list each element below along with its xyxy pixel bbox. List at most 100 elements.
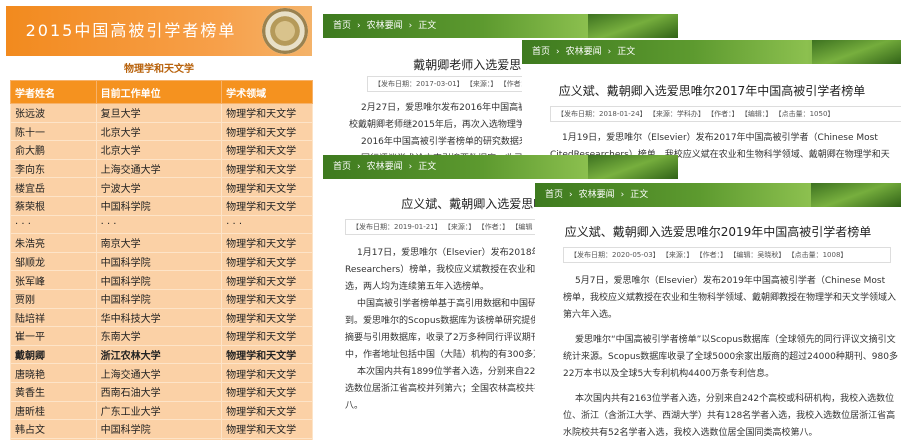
table-row: 陆培祥 华中科技大学 物理学和天文学 — [10, 307, 313, 328]
article-paragraph-line: 22万本书以及全球5大专利机构4400万条专利信息。 — [563, 369, 775, 379]
breadcrumb-link[interactable]: 正文 — [617, 40, 635, 64]
table-cell: 物理学和天文学 — [221, 140, 313, 160]
article-paragraph-line: 1月19日，爱思唯尔（Elsevier）发布2017年中国高被引学者（Chine… — [562, 133, 878, 143]
breadcrumb-link[interactable]: 首页 — [545, 183, 563, 207]
article-paragraph-line: 统计来源。Scopus数据库收录了全球5000余家出版商的超过24000种期刊、… — [563, 352, 898, 362]
table-cell: 陆培祥 — [10, 307, 97, 328]
table-cell: 张军峰 — [10, 270, 97, 290]
article-title: 应义斌、戴朝卿入选爱思唯尔2017年中国高被引学者榜单 — [558, 84, 866, 98]
article-paragraph-line: 水院校共有52名学者入选，我校入选数位居全国同类高校第八。 — [563, 428, 818, 438]
table-row: 张远波 复旦大学 物理学和天文学 — [10, 103, 313, 123]
breadcrumb-nav: 首页 › 农林要闻 › 正文 — [323, 14, 678, 38]
table-cell: 复旦大学 — [95, 103, 223, 123]
table-row: 唐昕桂 广东工业大学 物理学和天文学 — [10, 400, 313, 421]
table-row: 楼宜岳 宁波大学 物理学和天文学 — [10, 177, 313, 197]
table-cell: 物理学和天文学 — [221, 103, 313, 123]
table-cell: 西南石油大学 — [95, 381, 223, 402]
table-cell: 物理学和天文学 — [221, 307, 313, 328]
article-window-2019: 首页 › 农林要闻 › 正文 应义斌、戴朝卿入选爱思唯尔2019年中国高被引学者榜单 【发布… — [535, 183, 901, 440]
breadcrumb-link[interactable]: 农林要闻 — [367, 14, 403, 38]
breadcrumb-link[interactable]: 农林要闻 — [579, 183, 615, 207]
table-cell: 朱浩亮 — [10, 233, 97, 253]
breadcrumb-link[interactable]: 首页 — [333, 14, 351, 38]
table-cell: 戴朝卿 — [10, 344, 97, 365]
table-cell: 物理学和天文学 — [221, 233, 313, 253]
table-row: 张军峰 中国科学院 物理学和天文学 — [10, 270, 313, 290]
table-cell: · · · — [221, 214, 313, 235]
breadcrumb-separator-icon: › — [357, 21, 361, 31]
breadcrumb-separator-icon: › — [569, 190, 573, 200]
table-row: 黄香生 西南石油大学 物理学和天文学 — [10, 381, 313, 402]
table-cell: 唐昕桂 — [10, 400, 97, 421]
table-cell: 物理学和天文学 — [221, 363, 313, 383]
article-paragraph-line: 爱思唯尔“中国高被引学者榜单”以Scopus数据库（全球领先的同行评议文摘引文索… — [575, 335, 896, 345]
table-cell: 黄香生 — [10, 381, 97, 402]
article-paragraph-line: 第六年入选。 — [563, 310, 618, 320]
table-row: 陈十一 北京大学 物理学和天文学 — [10, 121, 313, 142]
table-cell: 浙江农林大学 — [95, 344, 223, 365]
breadcrumb-nav: 首页 › 农林要闻 › 正文 — [535, 183, 901, 207]
table-cell: 崔一平 — [10, 326, 97, 346]
table-cell: 中国科学院 — [95, 419, 223, 439]
table-cell: 中国科学院 — [95, 288, 223, 309]
breadcrumb-separator-icon: › — [408, 21, 413, 31]
table-row: 蔡荣根 中国科学院 物理学和天文学 — [10, 195, 313, 216]
table-cell: 张远波 — [10, 103, 97, 123]
breadcrumb-separator-icon: › — [357, 162, 361, 172]
table-cell: 中国科学院 — [95, 270, 223, 290]
table-cell: 邹顺龙 — [10, 251, 97, 272]
table-row: 贾刚 中国科学院 物理学和天文学 — [10, 288, 313, 309]
table-cell: 物理学和天文学 — [221, 419, 313, 439]
breadcrumb-link[interactable]: 首页 — [333, 155, 351, 179]
table-cell: · · · — [95, 214, 223, 235]
table-row: 李向东 上海交通大学 物理学和天文学 — [10, 158, 313, 179]
article-paragraph-line: 5月7日，爱思唯尔（Elsevier）发布2019年中国高被引学者（Chines… — [575, 276, 886, 286]
table-row: 唐晓艳 上海交通大学 物理学和天文学 — [10, 363, 313, 383]
table-cell: 陈十一 — [10, 121, 97, 142]
table-subtitle: 物理学和天文学 — [124, 64, 194, 75]
table-cell: 中国科学院 — [95, 195, 223, 216]
table-cell: 物理学和天文学 — [221, 121, 313, 142]
table-cell: 华中科技大学 — [95, 307, 223, 328]
table-cell: 物理学和天文学 — [221, 400, 313, 421]
breadcrumb-link[interactable]: 农林要闻 — [367, 155, 403, 179]
table-row: 朱浩亮 南京大学 物理学和天文学 — [10, 233, 313, 253]
leaf-banner-icon — [812, 40, 901, 64]
table-cell: 物理学和天文学 — [221, 288, 313, 309]
breadcrumb-link[interactable]: 农林要闻 — [566, 40, 602, 64]
article-paragraph-line: 榜单，我校应义斌教授在农业和生物科学领域、戴朝卿教授在物理学和天文学领域入选，两… — [563, 293, 897, 303]
breadcrumb-link[interactable]: 正文 — [630, 183, 648, 207]
scholars-table: 学者姓名 目前工作单位 学术领域 张远波 复旦大学 物理学和天文学 陈十一 北京大学 物理学和… — [10, 80, 313, 440]
leaf-banner-icon — [588, 14, 678, 38]
table-body: 张远波 复旦大学 物理学和天文学 陈十一 北京大学 物理学和天文学 俞大鹏 北京大学 物理学和天… — [10, 103, 313, 440]
column-header: 学者姓名 — [10, 80, 97, 104]
breadcrumb-link[interactable]: 首页 — [532, 40, 550, 64]
table-cell: 物理学和天文学 — [221, 177, 313, 197]
breadcrumb-link[interactable]: 正文 — [418, 155, 436, 179]
table-header-row: 学者姓名 目前工作单位 学术领域 — [10, 80, 313, 104]
article-meta-bar: 【发布日期：2018-01-24】 【来源：学科办】 【作者：】 【编辑：】 【… — [550, 106, 901, 122]
breadcrumb-separator-icon: › — [620, 190, 625, 200]
table-cell: 宁波大学 — [95, 177, 223, 197]
article-paragraph-line: 本次国内共有2163位学者入选，分别来自242个高校或科研机构，我校入选数位居全… — [575, 394, 895, 404]
breadcrumb-link[interactable]: 正文 — [418, 14, 436, 38]
ranking-table-panel: 2015中国高被引学者榜单 物理学和天文学 学者姓名 目前工作单位 学术领域 张远波… — [0, 0, 318, 440]
seal-logo-icon — [262, 8, 308, 54]
leaf-banner-icon — [811, 183, 901, 207]
table-row: 邹顺龙 中国科学院 物理学和天文学 — [10, 251, 313, 272]
breadcrumb-separator-icon: › — [408, 162, 413, 172]
table-cell: 中国科学院 — [95, 251, 223, 272]
table-cell: 广东工业大学 — [95, 400, 223, 421]
table-cell: 东南大学 — [95, 326, 223, 346]
table-row: · · ·· · ·· · · — [10, 214, 313, 235]
table-cell: 上海交通大学 — [95, 363, 223, 383]
table-row: 俞大鹏 北京大学 物理学和天文学 — [10, 140, 313, 160]
table-cell: 韩占文 — [10, 419, 97, 439]
article-paragraph-line: 位、浙江（含浙江大学、西湖大学）共有128名学者入选，我校入选数位居浙江省高校第… — [563, 411, 896, 421]
table-cell: 物理学和天文学 — [221, 381, 313, 402]
table-cell: 北京大学 — [95, 140, 223, 160]
table-row: 崔一平 东南大学 物理学和天文学 — [10, 326, 313, 346]
table-cell: 楼宜岳 — [10, 177, 97, 197]
leaf-banner-icon — [588, 155, 678, 179]
table-cell: 物理学和天文学 — [221, 251, 313, 272]
